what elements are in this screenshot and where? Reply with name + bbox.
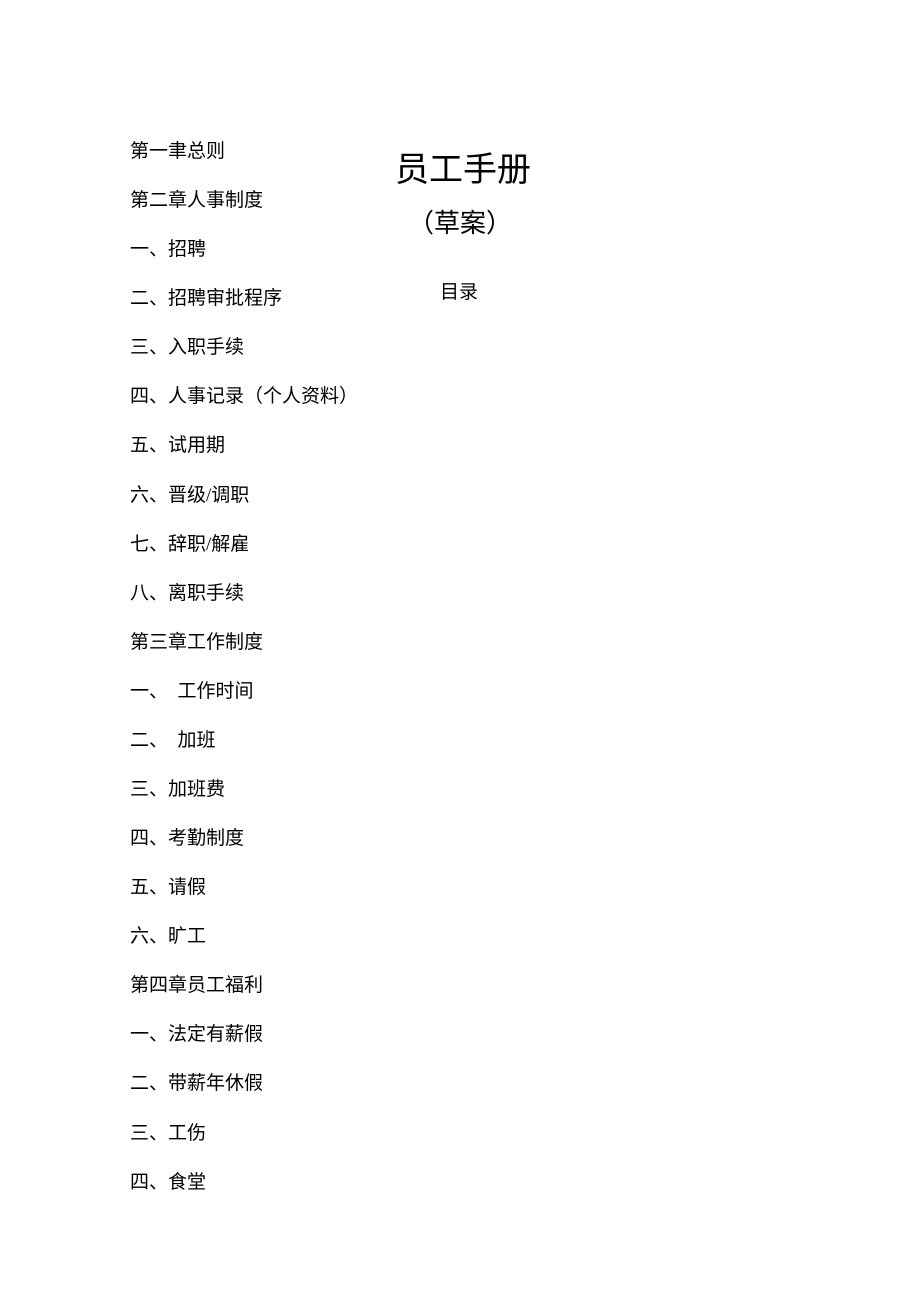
toc-item: 第四章员工福利 xyxy=(130,974,920,999)
toc-item: 五、试用期 xyxy=(130,434,920,459)
toc-item: 七、辞职/解雇 xyxy=(130,533,920,558)
toc-item: 一、招聘 xyxy=(130,238,920,263)
toc-item: 六、晋级/调职 xyxy=(130,484,920,509)
toc-item: 三、工伤 xyxy=(130,1122,920,1147)
toc-item: 第三章工作制度 xyxy=(130,631,920,656)
toc-item: 五、请假 xyxy=(130,876,920,901)
toc-item: 二、 加班 xyxy=(130,729,920,754)
document-title: 员工手册 xyxy=(395,142,531,191)
toc-item: 二、带薪年休假 xyxy=(130,1072,920,1097)
toc-item: 二、招聘审批程序 xyxy=(130,287,920,312)
toc-item: 一、 工作时间 xyxy=(130,680,920,705)
toc-item: 四、考勤制度 xyxy=(130,827,920,852)
toc-item: 四、食堂 xyxy=(130,1171,920,1196)
document-subtitle: （草案） xyxy=(408,203,512,240)
toc-item: 三、加班费 xyxy=(130,778,920,803)
toc-item: 八、离职手续 xyxy=(130,582,920,607)
toc-item: 第二章人事制度 xyxy=(130,189,920,214)
toc-item: 四、人事记录（个人资料） xyxy=(130,385,920,410)
toc-list: 第一聿总则 第二章人事制度 一、招聘 二、招聘审批程序 三、入职手续 四、人事记… xyxy=(130,140,920,1195)
toc-item: 六、旷工 xyxy=(130,925,920,950)
toc-item: 三、入职手续 xyxy=(130,336,920,361)
document-page: 员工手册 （草案） 目录 第一聿总则 第二章人事制度 一、招聘 二、招聘审批程序… xyxy=(0,0,920,1301)
toc-item: 一、法定有薪假 xyxy=(130,1023,920,1048)
toc-heading: 目录 xyxy=(440,277,478,304)
